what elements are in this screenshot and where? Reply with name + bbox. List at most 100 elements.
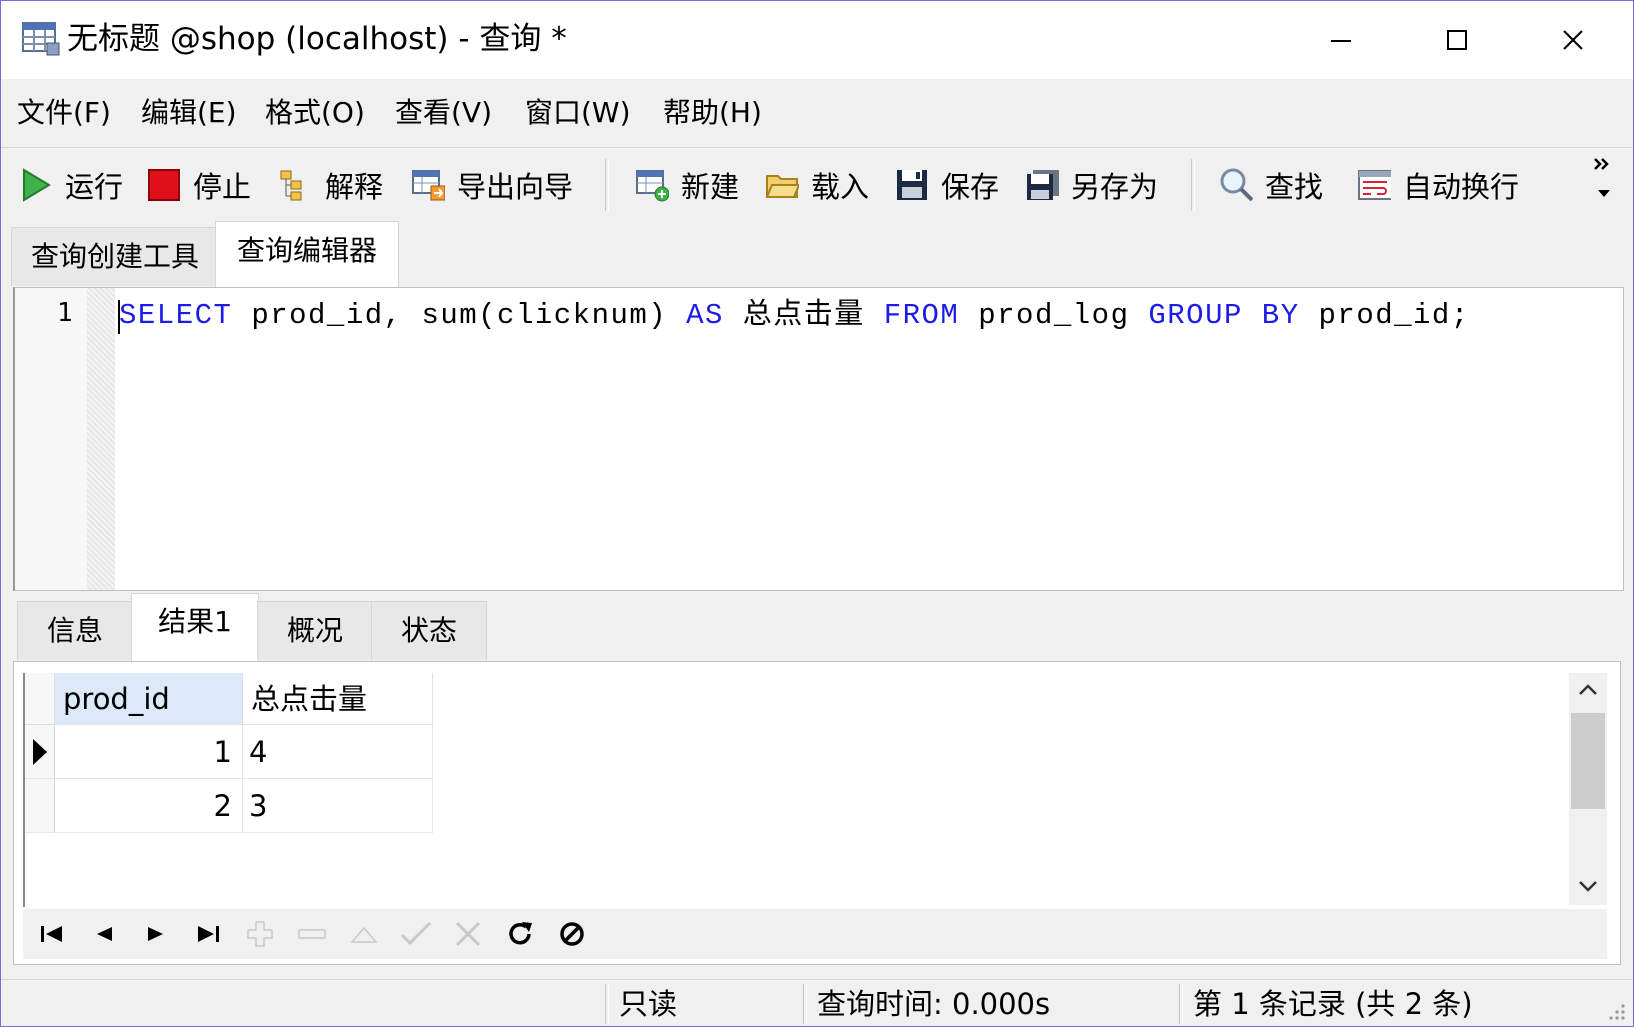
save-label: 保存 <box>941 170 1000 204</box>
find-label: 查找 <box>1265 170 1324 204</box>
sql-keyword: GROUP BY <box>1148 299 1300 332</box>
record-navigator <box>23 909 1607 959</box>
minimize-button[interactable] <box>1283 1 1399 79</box>
refresh-button[interactable] <box>503 917 537 951</box>
result-grid[interactable]: prod_id 总点击量 1 4 2 3 <box>23 673 1575 907</box>
word-wrap-icon <box>1357 168 1391 202</box>
add-record-button[interactable] <box>243 917 277 951</box>
save-as-button[interactable]: 另存为 <box>1025 159 1158 211</box>
tab-status[interactable]: 状态 <box>371 601 487 660</box>
sql-code-line: SELECT prod_id, sum(clicknum) AS 总点击量 FR… <box>119 296 1470 336</box>
menu-file[interactable]: 文件(F) <box>17 93 111 133</box>
grid-cell[interactable]: 2 <box>55 779 243 833</box>
sql-text: prod_log <box>959 299 1149 332</box>
play-icon <box>19 168 53 202</box>
word-wrap-label: 自动换行 <box>1403 170 1520 204</box>
load-label: 载入 <box>811 170 870 204</box>
table-grid-icon <box>22 22 60 56</box>
sql-keyword: SELECT <box>119 299 233 332</box>
stop-loading-button[interactable] <box>555 917 589 951</box>
tab-info[interactable]: 信息 <box>17 601 133 660</box>
toolbar-overflow-button[interactable] <box>1589 149 1619 207</box>
magnifier-icon <box>1219 168 1253 202</box>
explain-icon <box>279 168 313 202</box>
save-button[interactable]: 保存 <box>895 159 999 211</box>
explain-label: 解释 <box>325 170 384 204</box>
find-button[interactable]: 查找 <box>1219 159 1323 211</box>
menu-format[interactable]: 格式(O) <box>265 93 365 133</box>
edit-record-button[interactable] <box>347 917 381 951</box>
status-readonly: 只读 <box>619 987 678 1021</box>
stop-button[interactable]: 停止 <box>147 159 251 211</box>
grid-corner <box>25 673 55 725</box>
menu-window[interactable]: 窗口(W) <box>525 93 631 133</box>
toolbar: 运行 停止 解释 导出向导 新建 载入 保存 另存为 查找 自动换行 <box>1 149 1633 221</box>
tab-query-editor[interactable]: 查询编辑器 <box>215 221 399 288</box>
export-wizard-label: 导出向导 <box>457 170 574 204</box>
run-button[interactable]: 运行 <box>19 159 123 211</box>
grid-cell[interactable]: 1 <box>55 725 243 779</box>
sql-editor[interactable]: 1 SELECT prod_id, sum(clicknum) AS 总点击量 … <box>13 287 1624 591</box>
resize-grip-icon[interactable] <box>1603 998 1627 1022</box>
previous-record-button[interactable] <box>87 917 121 951</box>
folder-open-icon <box>765 168 799 202</box>
cross-icon <box>455 921 481 947</box>
status-separator <box>1179 984 1183 1024</box>
chevron-up-icon[interactable] <box>1569 673 1607 707</box>
title-bar: 无标题 @shop (localhost) - 查询 * <box>1 1 1633 79</box>
line-number: 1 <box>57 298 73 328</box>
tab-query-builder[interactable]: 查询创建工具 <box>11 227 219 286</box>
tab-profile[interactable]: 概况 <box>257 601 373 660</box>
caret-up-icon <box>350 926 378 943</box>
last-record-button[interactable] <box>191 917 225 951</box>
status-separator <box>605 984 609 1024</box>
toolbar-separator <box>605 159 609 211</box>
explain-button[interactable]: 解释 <box>279 159 383 211</box>
stop-label: 停止 <box>193 170 252 204</box>
stop-icon <box>147 168 181 202</box>
row-indicator[interactable] <box>25 725 55 779</box>
previous-record-icon <box>97 927 112 941</box>
column-header-total-clicks[interactable]: 总点击量 <box>243 673 433 725</box>
row-indicator[interactable] <box>25 779 55 833</box>
scrollbar-thumb[interactable] <box>1571 713 1605 809</box>
checkmark-icon <box>400 921 432 946</box>
close-button[interactable] <box>1515 1 1631 79</box>
close-icon <box>1563 30 1583 50</box>
save-as-label: 另存为 <box>1071 170 1159 204</box>
grid-cell[interactable]: 4 <box>243 725 433 779</box>
caret-down-icon <box>1598 190 1610 197</box>
first-record-icon <box>41 926 62 942</box>
fold-margin <box>87 288 115 590</box>
apply-changes-button[interactable] <box>399 917 433 951</box>
save-as-icon <box>1025 168 1059 202</box>
sql-text: prod_id, sum(clicknum) <box>232 299 687 332</box>
current-row-arrow-icon <box>33 739 47 765</box>
menu-view[interactable]: 查看(V) <box>395 93 492 133</box>
next-record-icon <box>148 927 163 941</box>
menu-help[interactable]: 帮助(H) <box>663 93 762 133</box>
export-wizard-button[interactable]: 导出向导 <box>411 159 573 211</box>
sql-text: 总点击量 <box>723 299 884 332</box>
maximize-button[interactable] <box>1399 1 1515 79</box>
grid-vertical-scrollbar[interactable] <box>1569 673 1607 905</box>
status-query-time: 查询时间: 0.000s <box>817 987 1051 1021</box>
discard-changes-button[interactable] <box>451 917 485 951</box>
minimize-icon <box>1331 40 1351 42</box>
sql-keyword: FROM <box>883 299 960 332</box>
column-header-prod-id[interactable]: prod_id <box>55 673 243 725</box>
delete-record-button[interactable] <box>295 917 329 951</box>
floppy-disk-icon <box>895 168 929 202</box>
maximize-icon <box>1447 30 1467 50</box>
tab-result-1[interactable]: 结果1 <box>131 593 259 662</box>
refresh-icon <box>509 922 532 945</box>
grid-cell[interactable]: 3 <box>243 779 433 833</box>
menu-edit[interactable]: 编辑(E) <box>141 93 237 133</box>
query-window: 无标题 @shop (localhost) - 查询 * 文件(F) 编辑(E)… <box>0 0 1634 1027</box>
first-record-button[interactable] <box>35 917 69 951</box>
next-record-button[interactable] <box>139 917 173 951</box>
word-wrap-button[interactable]: 自动换行 <box>1357 159 1519 211</box>
load-button[interactable]: 载入 <box>765 159 869 211</box>
chevron-down-icon[interactable] <box>1569 869 1607 903</box>
new-button[interactable]: 新建 <box>635 159 739 211</box>
